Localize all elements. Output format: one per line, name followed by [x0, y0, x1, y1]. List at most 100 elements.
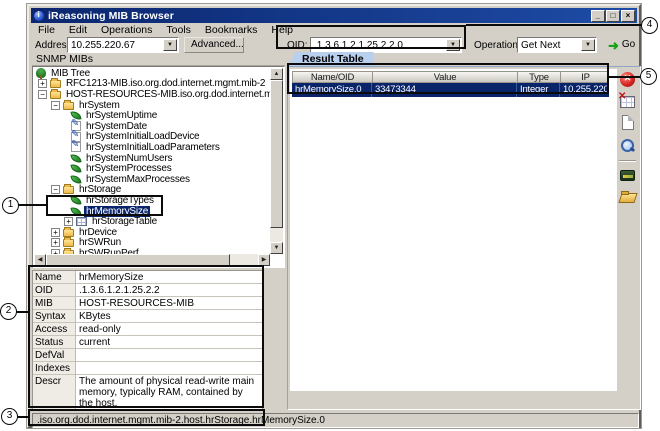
result-cell: 33473344	[372, 83, 517, 97]
tree-label[interactable]: hrSWRun	[77, 237, 123, 248]
app-logo-icon	[34, 11, 44, 21]
menu-item-tools[interactable]: Tools	[159, 24, 198, 36]
property-value	[76, 410, 262, 411]
tree-label[interactable]: hrStorage	[77, 184, 123, 195]
close-button[interactable]: ×	[621, 10, 635, 22]
tree-item-hrSystem[interactable]: − hrSystem	[34, 100, 270, 111]
tree-label[interactable]: hrStorageTable	[90, 216, 159, 227]
open-folder-icon[interactable]	[620, 188, 635, 203]
clear-table-icon[interactable]	[620, 96, 635, 108]
collapse-minus-icon[interactable]: −	[51, 185, 60, 194]
oid-value[interactable]: .1.3.6.1.2.1.25.2.2.0	[311, 40, 446, 51]
tree-item-MIB Tree[interactable]: MIB Tree	[34, 68, 270, 79]
menu-item-edit[interactable]: Edit	[62, 24, 94, 36]
expand-plus-icon[interactable]: +	[64, 217, 73, 226]
menu-item-operations[interactable]: Operations	[94, 24, 159, 36]
expand-plus-icon[interactable]: +	[51, 228, 60, 237]
tree-label[interactable]: MIB Tree	[49, 68, 92, 79]
tree-item-hrSWRun[interactable]: + hrSWRun	[34, 238, 270, 249]
tree-item-hrSystemNumUsers[interactable]: hrSystemNumUsers	[34, 153, 270, 164]
menu-item-file[interactable]: File	[31, 24, 62, 36]
expand-plus-icon[interactable]: +	[51, 238, 60, 247]
column-header-value[interactable]: Value	[373, 72, 518, 82]
expand-plus-icon[interactable]: +	[38, 79, 47, 88]
tree-item-hrStorage[interactable]: − hrStorage	[34, 185, 270, 196]
property-label	[33, 410, 76, 411]
tree-label[interactable]: hrSystemInitialLoadDevice	[84, 131, 201, 142]
address-combo[interactable]: 10.255.220.67 ▼	[67, 37, 179, 53]
property-row-oid: OID.1.3.6.1.2.1.25.2.2	[33, 284, 262, 297]
callout-5: 5	[640, 68, 657, 85]
stop-icon[interactable]	[620, 72, 635, 87]
tree-item-hrSystemProcesses[interactable]: hrSystemProcesses	[34, 163, 270, 174]
operations-combo[interactable]: Get Next ▼	[517, 37, 597, 53]
tree-label[interactable]: hrSystem	[77, 100, 122, 111]
scrollbar-thumb[interactable]	[46, 254, 230, 266]
property-value	[76, 362, 262, 375]
advanced-button[interactable]: Advanced...	[184, 37, 244, 53]
collapse-minus-icon[interactable]: −	[38, 90, 47, 99]
title-bar: iReasoning MIB Browser _ □ ×	[31, 8, 637, 23]
tree-label[interactable]: hrSystemNumUsers	[84, 153, 174, 164]
oid-combo[interactable]: .1.3.6.1.2.1.25.2.2.0 ▼	[310, 37, 462, 53]
tree-item-hrSystemInitialLoadParameters[interactable]: hrSystemInitialLoadParameters	[34, 142, 270, 153]
new-document-icon[interactable]	[622, 115, 634, 130]
tree-label[interactable]: hrDevice	[77, 227, 119, 238]
export-icon[interactable]	[620, 170, 635, 181]
column-header-type[interactable]: Type	[518, 72, 561, 82]
tree-item-RFC1213-MIB.iso.org.dod.internet.mgmt.mib-2[interactable]: + RFC1213-MIB.iso.org.dod.internet.mgmt.m…	[34, 79, 270, 90]
tree-item-hrSystemMaxProcesses[interactable]: hrSystemMaxProcesses	[34, 174, 270, 185]
scrollbar-thumb[interactable]	[270, 80, 283, 228]
tree-label[interactable]: hrMemorySize	[84, 206, 150, 217]
leaf-icon	[70, 163, 81, 173]
mib-tree-panel: MIB Tree+RFC1213-MIB.iso.org.dod.interne…	[32, 66, 285, 268]
property-value: .1.3.6.1.2.1.25.2.2	[76, 284, 262, 297]
address-value[interactable]: 10.255.220.67	[68, 40, 163, 51]
result-table-header[interactable]: Name/OIDValueTypeIP	[292, 71, 609, 83]
menu-item-bookmarks[interactable]: Bookmarks	[198, 24, 265, 36]
tree-item-hrDevice[interactable]: + hrDevice	[34, 227, 270, 238]
tree-item-hrSystemDate[interactable]: hrSystemDate	[34, 121, 270, 132]
menu-item-help[interactable]: Help	[264, 24, 300, 36]
result-row-hrMemorySize.0[interactable]: hrMemorySize.033473344Integer10.255.220.…	[292, 83, 609, 97]
callout-3: 3	[1, 408, 18, 425]
tree-label[interactable]: hrSystemInitialLoadParameters	[84, 142, 222, 153]
go-button[interactable]: ➜ Go	[602, 37, 642, 53]
tree-item-HOST-RESOURCES-MIB.iso.org.dod.internet.mgmt.mib-2.host[interactable]: − HOST-RESOURCES-MIB.iso.org.dod.internet…	[34, 89, 270, 100]
tree-item-hrMemorySize[interactable]: hrMemorySize	[34, 206, 270, 217]
tree-item-hrStorageTable[interactable]: + hrStorageTable	[34, 216, 270, 227]
scroll-left-icon[interactable]: ◀	[34, 254, 46, 266]
operations-value[interactable]: Get Next	[518, 40, 581, 51]
tab-result-table[interactable]: Result Table	[288, 52, 374, 66]
toolbar-divider	[619, 160, 636, 162]
search-icon[interactable]	[620, 137, 635, 152]
tree-item-hrSystemUptime[interactable]: hrSystemUptime	[34, 110, 270, 121]
column-header-name-oid[interactable]: Name/OID	[293, 72, 373, 82]
tree-item-hrSystemInitialLoadDevice[interactable]: hrSystemInitialLoadDevice	[34, 132, 270, 143]
chevron-down-icon[interactable]: ▼	[581, 39, 595, 51]
tree-vertical-scrollbar[interactable]: ▲ ▼	[270, 68, 283, 254]
folder-icon	[63, 102, 74, 110]
tree-label[interactable]: hrSystemUptime	[84, 110, 159, 121]
collapse-minus-icon[interactable]: −	[51, 101, 60, 110]
column-header-ip[interactable]: IP	[561, 72, 610, 82]
tree-label[interactable]: hrStorageTypes	[84, 195, 156, 206]
scroll-up-icon[interactable]: ▲	[270, 68, 283, 80]
tree-label[interactable]: RFC1213-MIB.iso.org.dod.internet.mgmt.mi…	[64, 78, 267, 89]
tree-label[interactable]: hrSystemProcesses	[84, 163, 174, 174]
scroll-down-icon[interactable]: ▼	[270, 242, 283, 254]
tree-horizontal-scrollbar[interactable]: ◀ ▶	[34, 254, 270, 266]
chevron-down-icon[interactable]: ▼	[446, 39, 460, 51]
maximize-button[interactable]: □	[606, 10, 620, 22]
tree-label[interactable]: HOST-RESOURCES-MIB.iso.org.dod.internet.…	[64, 89, 270, 100]
minimize-button[interactable]: _	[591, 10, 605, 22]
scroll-right-icon[interactable]: ▶	[258, 254, 270, 266]
tree-label[interactable]: hrSystemDate	[84, 121, 149, 132]
tree-item-hrStorageTypes[interactable]: hrStorageTypes	[34, 195, 270, 206]
property-row-name: NamehrMemorySize	[33, 271, 262, 284]
result-tab-strip: Result Table	[287, 52, 641, 66]
chevron-down-icon[interactable]: ▼	[163, 39, 177, 51]
tree-label[interactable]: hrSystemMaxProcesses	[84, 174, 192, 185]
pen-icon	[71, 142, 81, 152]
app-window: iReasoning MIB Browser _ □ × FileEditOpe…	[27, 4, 641, 428]
